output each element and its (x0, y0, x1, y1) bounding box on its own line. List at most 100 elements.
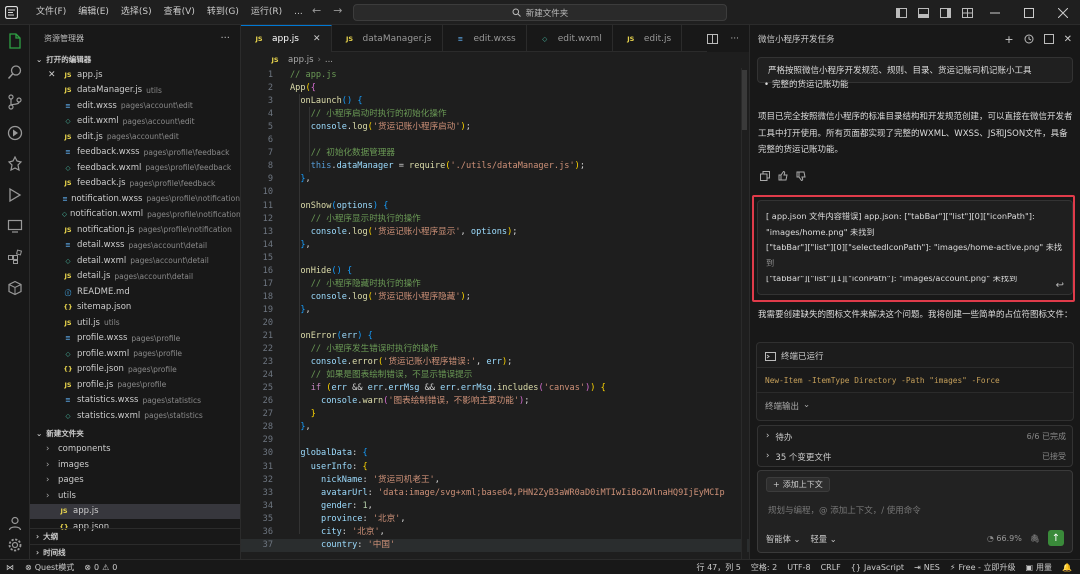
open-editor-item[interactable]: ◇ feedback.wxml pages\profile\feedback (30, 160, 240, 176)
customize-layout-icon[interactable] (956, 7, 978, 18)
remote-indicator[interactable]: ⋈ (0, 563, 20, 572)
forward-arrow-icon[interactable]: → (333, 4, 342, 17)
package-icon[interactable] (7, 280, 23, 296)
open-editor-item[interactable]: ◇ notification.wxml pages\profile\notifica… (30, 207, 240, 223)
problems-indicator[interactable]: ⊗ 0 ⚠ 0 (79, 563, 122, 572)
scrollbar-thumb[interactable] (742, 70, 747, 130)
open-editor-item[interactable]: ◇ edit.wxml pages\account\edit (30, 114, 240, 130)
history-icon[interactable] (1024, 34, 1034, 44)
search-icon[interactable] (7, 64, 23, 80)
close-tab-icon[interactable]: ✕ (313, 34, 321, 44)
copy-icon[interactable] (760, 171, 770, 181)
notifications-icon[interactable]: 🔔 (1057, 563, 1080, 572)
open-editor-item[interactable]: {} profile.json pages\profile (30, 362, 240, 378)
menu-item[interactable]: 转到(G) (201, 0, 245, 25)
tab-app-js[interactable]: JS app.js ✕ (241, 25, 332, 52)
menu-item[interactable]: 编辑(E) (72, 0, 115, 25)
breadcrumb-rest[interactable]: ... (325, 55, 333, 65)
editor-scrollbar[interactable] (741, 68, 747, 559)
folder-item[interactable]: › components (30, 442, 240, 458)
open-editor-item[interactable]: ⓘ README.md (30, 284, 240, 300)
folder-item[interactable]: › utils (30, 488, 240, 504)
source-control-icon[interactable] (7, 94, 23, 110)
explorer-icon[interactable] (7, 33, 23, 49)
back-arrow-icon[interactable]: ← (312, 4, 321, 17)
terminal-output-toggle[interactable]: 终端输出 ⌄ (765, 400, 810, 412)
open-editor-item[interactable]: ≡ detail.wxss pages\account\detail (30, 238, 240, 254)
outline-header[interactable]: › 大纲 (30, 528, 240, 544)
extensions-grid-icon[interactable] (7, 249, 23, 265)
command-center-search[interactable]: 新建文件夹 (353, 4, 727, 21)
thumbs-down-icon[interactable] (796, 171, 806, 181)
code-editor[interactable]: 1// app.js 2 App({3 onLaunch() {4 // 小程序启动… (241, 68, 749, 559)
usage-indicator[interactable]: ▣ 用量 (1020, 562, 1057, 573)
menu-item[interactable]: 选择(S) (115, 0, 158, 25)
toggle-secondary-sidebar-icon[interactable] (934, 7, 956, 18)
chat-input-placeholder[interactable]: 规划与编程，@ 添加上下文，/ 使用命令 (768, 504, 921, 516)
plan-indicator[interactable]: ⚡ Free - 立即升级 (945, 562, 1021, 573)
account-icon[interactable] (7, 515, 23, 531)
open-editor-item[interactable]: ≡ profile.wxss pages\profile (30, 331, 240, 347)
language-mode[interactable]: {} JavaScript (846, 563, 909, 572)
new-chat-icon[interactable]: + (1004, 33, 1013, 46)
open-editor-item[interactable]: JS dataManager.js utils (30, 83, 240, 99)
close-icon[interactable]: ✕ (48, 70, 56, 80)
open-editor-item[interactable]: ◇ statistics.wxml pages\statistics (30, 408, 240, 424)
open-editor-item[interactable]: ≡ notification.wxss pages\profile\notifica… (30, 191, 240, 207)
open-editor-item[interactable]: ≡ edit.wxss pages\account\edit (30, 98, 240, 114)
timeline-header[interactable]: › 时间线 (30, 544, 240, 559)
close-window-icon[interactable] (1046, 7, 1080, 18)
open-editor-item[interactable]: JS profile.js pages\profile (30, 377, 240, 393)
remote-explorer-icon[interactable] (7, 218, 23, 234)
cursor-position[interactable]: 行 47，列 5 (692, 562, 746, 573)
tab-edit-wxss[interactable]: ≡ edit.wxss (443, 25, 527, 52)
changes-row[interactable]: › 35 个变更文件 已接受 (766, 451, 1066, 463)
minimize-icon[interactable] (978, 8, 1012, 18)
split-editor-icon[interactable] (707, 33, 719, 44)
menu-item[interactable]: 查看(V) (158, 0, 201, 25)
end-of-line[interactable]: CRLF (816, 563, 846, 572)
breadcrumb-file[interactable]: app.js (288, 55, 314, 65)
expand-icon[interactable] (1043, 34, 1054, 44)
testing-icon[interactable] (7, 187, 23, 203)
indentation[interactable]: 空格: 2 (746, 562, 782, 573)
chat-input-box[interactable]: + 添加上下文 规划与编程，@ 添加上下文，/ 使用命令 智能体 ⌄ 轻量 ⌄ … (757, 470, 1073, 553)
open-editor-item[interactable]: JS edit.js pages\account\edit (30, 129, 240, 145)
add-context-button[interactable]: + 添加上下文 (766, 477, 830, 492)
tab-edit-js[interactable]: JS edit.js (613, 25, 683, 52)
tab-dataManager-js[interactable]: JS dataManager.js (332, 25, 443, 52)
open-editor-item[interactable]: ≡ feedback.wxss pages\profile\feedback (30, 145, 240, 161)
todo-row[interactable]: › 待办 6/6 已完成 (766, 431, 1066, 443)
open-editor-item[interactable]: JS feedback.js pages\profile\feedback (30, 176, 240, 192)
open-editor-item[interactable]: ≡ statistics.wxss pages\statistics (30, 393, 240, 409)
send-button[interactable]: ↑ (1048, 530, 1064, 546)
toggle-panel-icon[interactable] (912, 7, 934, 18)
open-editors-header[interactable]: ⌄ 打开的编辑器 (30, 51, 240, 67)
open-editor-item[interactable]: JS notification.js pages\profile\notificat… (30, 222, 240, 238)
menu-item[interactable]: 运行(R) (245, 0, 288, 25)
folder-item[interactable]: › pages (30, 473, 240, 489)
extensions-icon[interactable] (7, 156, 23, 172)
model-selector[interactable]: 轻量 ⌄ (811, 533, 837, 545)
menu-item[interactable]: ... (288, 0, 309, 25)
agent-selector[interactable]: 智能体 ⌄ (766, 533, 801, 545)
open-editor-item[interactable]: ◇ detail.wxml pages\account\detail (30, 253, 240, 269)
attach-icon[interactable]: 🖇 (1030, 534, 1040, 543)
maximize-icon[interactable] (1012, 7, 1046, 18)
encoding[interactable]: UTF-8 (782, 563, 815, 572)
quest-mode[interactable]: ⊗ Quest模式 (20, 562, 79, 573)
folder-item[interactable]: › images (30, 457, 240, 473)
close-panel-icon[interactable]: ✕ (1064, 34, 1072, 45)
open-editor-item[interactable]: {} sitemap.json (30, 300, 240, 316)
open-editor-item[interactable]: JS util.js utils (30, 315, 240, 331)
open-editor-item[interactable]: JS detail.js pages\account\detail (30, 269, 240, 285)
more-actions-icon[interactable]: ··· (220, 33, 230, 44)
toggle-sidebar-icon[interactable] (890, 7, 912, 18)
settings-gear-icon[interactable] (7, 537, 23, 553)
menu-item[interactable]: 文件(F) (30, 0, 72, 25)
thumbs-up-icon[interactable] (778, 171, 788, 181)
open-editor-item[interactable]: ◇ profile.wxml pages\profile (30, 346, 240, 362)
open-editor-item[interactable]: ✕ JS app.js (30, 67, 240, 83)
folder-header[interactable]: ⌄ 新建文件夹 (30, 426, 240, 442)
file-item[interactable]: JS app.js (30, 503, 240, 519)
